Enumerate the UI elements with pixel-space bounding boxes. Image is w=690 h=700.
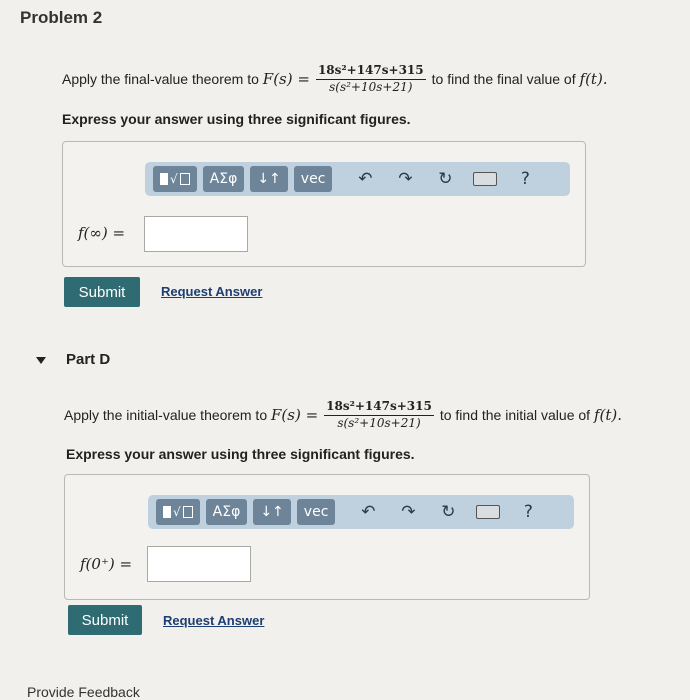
- keyboard-icon[interactable]: [475, 499, 501, 525]
- submit-button[interactable]: Submit: [64, 277, 140, 307]
- transfer-function: F(s) =: [271, 406, 319, 425]
- templates-icon: √: [163, 505, 193, 519]
- target-function: f(t).: [593, 406, 623, 425]
- answer-box-initial: [64, 474, 590, 600]
- fraction-denominator: s(s²+10s+21): [337, 415, 421, 430]
- statement-text: to find the initial value of: [439, 407, 591, 424]
- problem-statement-initial: Apply the initial-value theorem to F(s) …: [64, 399, 623, 431]
- templates-button[interactable]: √: [153, 166, 197, 192]
- request-answer-link[interactable]: Request Answer: [163, 613, 264, 628]
- answer-input-initial[interactable]: [147, 546, 251, 582]
- greek-symbols-button[interactable]: ΑΣφ: [202, 166, 245, 192]
- undo-icon[interactable]: ↶: [355, 499, 381, 525]
- answer-label: f(0⁺) =: [80, 555, 132, 573]
- statement-text: Apply the final-value theorem to: [62, 71, 259, 88]
- undo-icon[interactable]: ↶: [352, 166, 378, 192]
- keyboard-icon[interactable]: [472, 166, 498, 192]
- target-function: f(t).: [579, 70, 608, 89]
- answer-label: f(∞) =: [78, 224, 125, 242]
- submit-button[interactable]: Submit: [68, 605, 142, 635]
- statement-text: to find the final value of: [431, 71, 576, 88]
- answer-label-text: f(∞) =: [78, 224, 126, 242]
- problem-statement-final: Apply the final-value theorem to F(s) = …: [62, 63, 608, 95]
- redo-icon[interactable]: ↷: [395, 499, 421, 525]
- help-icon[interactable]: ?: [515, 499, 541, 525]
- transfer-function: F(s) =: [262, 70, 310, 89]
- fraction-numerator: 18s²+147s+315: [324, 399, 434, 416]
- instruction-text: Express your answer using three signific…: [66, 446, 415, 462]
- templates-button[interactable]: √: [156, 499, 200, 525]
- subscript-superscript-button[interactable]: ↓↑: [250, 166, 288, 192]
- math-toolbar: √ ΑΣφ ↓↑ vec ↶ ↷ ↻ ?: [145, 162, 570, 196]
- templates-icon: √: [160, 172, 190, 186]
- request-answer-link[interactable]: Request Answer: [161, 284, 262, 299]
- collapse-caret-icon[interactable]: [36, 357, 46, 364]
- help-icon[interactable]: ?: [512, 166, 538, 192]
- reset-icon[interactable]: ↻: [435, 499, 461, 525]
- problem-title: Problem 2: [20, 8, 103, 27]
- statement-text: Apply the initial-value theorem to: [64, 407, 268, 424]
- vector-button[interactable]: vec: [293, 166, 333, 192]
- vector-button[interactable]: vec: [296, 499, 336, 525]
- answer-box-final: [62, 141, 586, 267]
- fraction: 18s²+147s+315 s(s²+10s+21): [315, 63, 426, 95]
- greek-symbols-button[interactable]: ΑΣφ: [205, 499, 248, 525]
- instruction-text: Express your answer using three signific…: [62, 111, 411, 127]
- fraction: 18s²+147s+315 s(s²+10s+21): [324, 399, 434, 431]
- answer-input-final[interactable]: [144, 216, 248, 252]
- redo-icon[interactable]: ↷: [392, 166, 418, 192]
- provide-feedback-link[interactable]: Provide Feedback: [27, 684, 140, 700]
- reset-icon[interactable]: ↻: [432, 166, 458, 192]
- answer-label-text: f(0⁺) =: [80, 555, 133, 573]
- fraction-numerator: 18s²+147s+315: [315, 63, 426, 80]
- subscript-superscript-button[interactable]: ↓↑: [253, 499, 291, 525]
- part-title[interactable]: Part D: [66, 351, 110, 368]
- fraction-denominator: s(s²+10s+21): [329, 79, 413, 94]
- math-toolbar: √ ΑΣφ ↓↑ vec ↶ ↷ ↻ ?: [148, 495, 574, 529]
